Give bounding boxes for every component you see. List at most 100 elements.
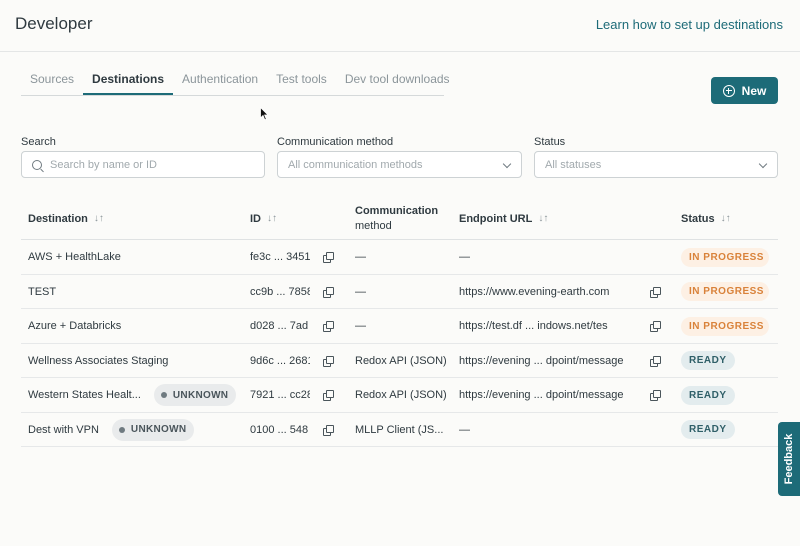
- status-badge: READY: [681, 351, 735, 370]
- column-header-communication-method[interactable]: Communication method: [355, 197, 438, 240]
- id-cell: 0100 ... 548: [250, 423, 309, 436]
- new-destination-button[interactable]: New: [711, 77, 778, 104]
- method-cell: Redox API (JSON): [355, 354, 447, 367]
- chevron-down-icon: [502, 159, 512, 169]
- copy-id-icon[interactable]: [323, 321, 334, 332]
- status-badge: IN PROGRESS: [681, 282, 769, 301]
- id-cell: fe3c ... 3451: [250, 251, 310, 263]
- status-cell: IN PROGRESS: [681, 240, 776, 274]
- learn-destinations-link[interactable]: Learn how to set up destinations: [596, 17, 783, 32]
- copy-endpoint-icon[interactable]: [650, 321, 661, 332]
- method-cell: —: [355, 320, 366, 332]
- table-row[interactable]: AWS + HealthLake fe3c ... 3451 — — IN PROGRE…: [21, 240, 778, 275]
- sort-icon: ↓↑: [93, 213, 104, 224]
- endpoint-cell: —: [459, 423, 470, 436]
- column-header-destination[interactable]: Destination ↓↑: [28, 197, 104, 240]
- tab-destinations[interactable]: Destinations: [83, 64, 174, 95]
- search-label: Search: [21, 136, 56, 148]
- destination-cell: Wellness Associates Staging: [28, 344, 243, 378]
- method-cell: Redox API (JSON): [355, 389, 447, 401]
- status-cell: IN PROGRESS: [681, 275, 776, 309]
- destination-name: Dest with VPN: [28, 423, 99, 436]
- communication-method-placeholder: All communication methods: [288, 158, 423, 171]
- table-row[interactable]: Dest with VPN UNKNOWN 0100 ... 548 MLLP Cli…: [21, 413, 778, 447]
- feedback-button[interactable]: Feedback: [778, 422, 800, 496]
- table-header: Destination ↓↑ ID ↓↑ Communication method …: [21, 197, 778, 240]
- sort-icon: ↓↑: [267, 213, 277, 224]
- tab-sources[interactable]: Sources: [21, 64, 83, 95]
- copy-id-icon[interactable]: [323, 286, 334, 298]
- status-badge: READY: [681, 420, 735, 439]
- status-cell: READY: [681, 413, 776, 447]
- status-dot-icon: [118, 426, 125, 433]
- method-cell: MLLP Client (JS...: [355, 423, 444, 436]
- unknown-badge: UNKNOWN: [153, 384, 237, 406]
- copy-endpoint-icon[interactable]: [650, 286, 661, 298]
- endpoint-cell: https://test.df ... indows.net/tes: [459, 320, 608, 332]
- id-cell: d028 ... 7ad: [250, 320, 309, 332]
- destination-cell: Azure + Databricks: [28, 309, 243, 343]
- status-dot-icon: [160, 392, 167, 398]
- id-cell: 9d6c ... 2681: [250, 354, 310, 367]
- copy-endpoint-icon[interactable]: [650, 390, 661, 401]
- destination-name: Western States Healt...: [28, 389, 141, 401]
- tab-test-tools[interactable]: Test tools: [267, 64, 336, 95]
- endpoint-cell: —: [459, 251, 470, 263]
- status-cell: READY: [681, 378, 776, 412]
- status-badge: IN PROGRESS: [681, 247, 769, 267]
- copy-endpoint-icon[interactable]: [650, 355, 661, 367]
- destinations-table: Destination ↓↑ ID ↓↑ Communication method …: [21, 197, 778, 447]
- status-cell: IN PROGRESS: [681, 309, 776, 343]
- method-cell: —: [355, 251, 366, 263]
- tab-bar: Sources Destinations Authentication Test…: [21, 64, 450, 96]
- sort-icon: ↓↑: [538, 213, 549, 224]
- search-input[interactable]: Search by name or ID: [21, 151, 265, 178]
- endpoint-cell: https://evening ... dpoint/message: [459, 389, 624, 401]
- plus-circle-icon: [722, 84, 735, 97]
- id-cell: cc9b ... 7858: [250, 285, 310, 298]
- column-header-id[interactable]: ID ↓↑: [250, 197, 277, 240]
- status-badge: READY: [681, 385, 735, 405]
- page-title: Developer: [15, 14, 93, 33]
- copy-id-icon[interactable]: [323, 355, 334, 367]
- status-select[interactable]: All statuses: [534, 151, 778, 178]
- table-row[interactable]: Wellness Associates Staging 9d6c ... 2681…: [21, 344, 778, 378]
- copy-id-icon[interactable]: [323, 252, 334, 263]
- search-placeholder: Search by name or ID: [50, 158, 157, 171]
- chevron-down-icon: [758, 159, 768, 169]
- column-header-status[interactable]: Status ↓↑: [681, 197, 731, 240]
- table-row[interactable]: Azure + Databricks d028 ... 7ad — https://t…: [21, 309, 778, 344]
- table-body: AWS + HealthLake fe3c ... 3451 — — IN PROGRE…: [21, 240, 778, 447]
- sort-icon: ↓↑: [720, 213, 731, 224]
- feedback-label: Feedback: [783, 433, 795, 485]
- id-cell: 7921 ... cc28: [250, 389, 310, 401]
- destination-cell: TEST: [28, 275, 243, 309]
- status-badge: IN PROGRESS: [681, 316, 769, 336]
- endpoint-cell: https://www.evening-earth.com: [459, 285, 610, 298]
- new-button-label: New: [741, 83, 767, 98]
- search-icon: [32, 159, 42, 170]
- destination-cell: Dest with VPN UNKNOWN: [28, 413, 243, 447]
- tab-dev-tool-downloads[interactable]: Dev tool downloads: [336, 64, 459, 95]
- page-header: Developer Learn how to set up destinatio…: [0, 0, 800, 52]
- destination-name: Azure + Databricks: [28, 320, 122, 332]
- copy-id-icon[interactable]: [323, 424, 334, 436]
- destination-cell: Western States Healt... UNKNOWN: [28, 378, 243, 412]
- unknown-badge: UNKNOWN: [111, 418, 195, 441]
- destination-cell: AWS + HealthLake: [28, 240, 243, 274]
- method-cell: —: [355, 285, 366, 298]
- destination-name: TEST: [28, 285, 57, 298]
- status-cell: READY: [681, 344, 776, 378]
- copy-id-icon[interactable]: [323, 390, 334, 401]
- communication-method-select[interactable]: All communication methods: [277, 151, 522, 178]
- communication-method-label: Communication method: [277, 136, 394, 148]
- status-placeholder: All statuses: [545, 158, 602, 171]
- status-label: Status: [534, 136, 566, 148]
- destination-name: Wellness Associates Staging: [28, 354, 169, 367]
- endpoint-cell: https://evening ... dpoint/message: [459, 354, 624, 367]
- tab-authentication[interactable]: Authentication: [173, 64, 267, 95]
- table-row[interactable]: TEST cc9b ... 7858 — https://www.evening-ea…: [21, 275, 778, 309]
- destination-name: AWS + HealthLake: [28, 251, 121, 263]
- table-row[interactable]: Western States Healt... UNKNOWN 7921 ... c…: [21, 378, 778, 413]
- column-header-endpoint-url[interactable]: Endpoint URL ↓↑: [459, 197, 548, 240]
